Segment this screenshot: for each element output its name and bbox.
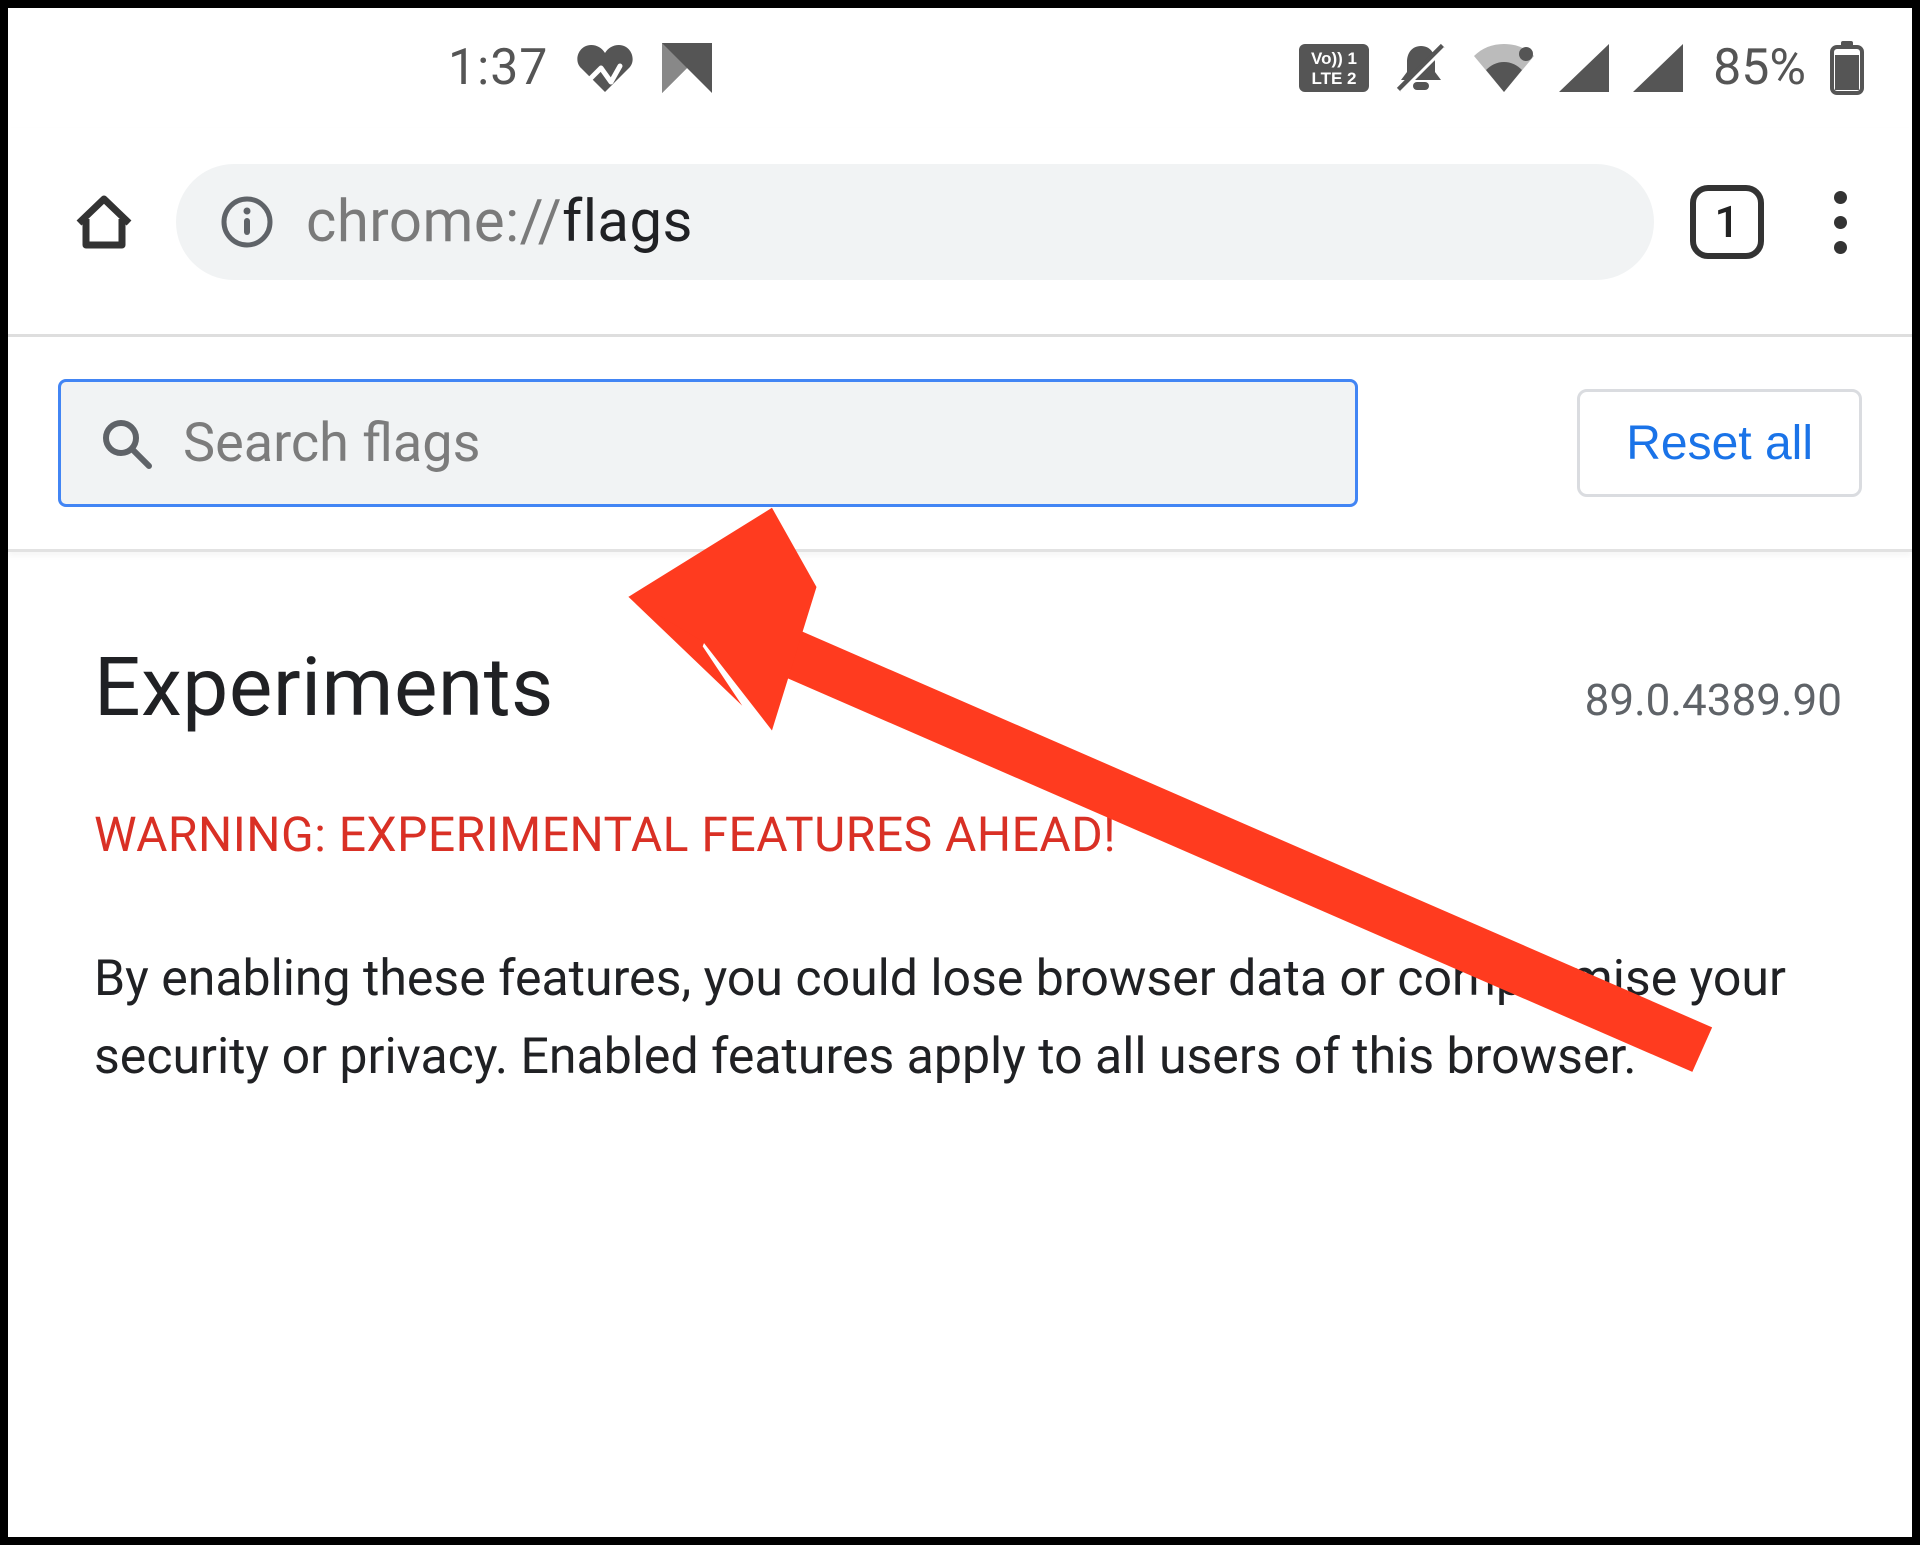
svg-text:Vo)) 1: Vo)) 1 bbox=[1311, 49, 1357, 68]
heart-health-icon bbox=[576, 42, 634, 94]
volte-icon: Vo)) 1LTE 2 bbox=[1299, 44, 1369, 92]
flags-content: Experiments 89.0.4389.90 WARNING: EXPERI… bbox=[8, 552, 1912, 1136]
svg-text:LTE 2: LTE 2 bbox=[1312, 69, 1357, 88]
warning-heading: WARNING: EXPERIMENTAL FEATURES AHEAD! bbox=[94, 806, 1842, 863]
wifi-icon bbox=[1473, 44, 1535, 92]
flags-search-row: Reset all bbox=[8, 337, 1912, 552]
tab-count: 1 bbox=[1714, 196, 1739, 248]
page-title: Experiments bbox=[94, 640, 554, 736]
battery-icon bbox=[1830, 41, 1864, 95]
browser-toolbar: chrome://flags 1 bbox=[8, 128, 1912, 337]
app-square-icon bbox=[662, 43, 712, 93]
status-right: Vo)) 1LTE 2 85% bbox=[1299, 39, 1864, 97]
flags-search-box[interactable] bbox=[58, 379, 1358, 507]
signal-sim2-icon bbox=[1633, 44, 1683, 92]
search-icon bbox=[99, 416, 153, 470]
signal-sim1-icon bbox=[1559, 44, 1609, 92]
home-button[interactable] bbox=[68, 186, 140, 258]
status-left: 1:37 bbox=[8, 39, 712, 97]
battery-percent: 85% bbox=[1713, 39, 1806, 97]
dnd-bell-off-icon bbox=[1393, 40, 1449, 96]
url-text: chrome://flags bbox=[306, 188, 693, 256]
url-scheme: chrome:// bbox=[306, 188, 562, 256]
tab-switcher-button[interactable]: 1 bbox=[1690, 185, 1764, 259]
flags-search-input[interactable] bbox=[183, 412, 1317, 475]
address-bar[interactable]: chrome://flags bbox=[176, 164, 1654, 280]
status-bar: 1:37 Vo)) 1LTE 2 85 bbox=[8, 8, 1912, 128]
reset-all-button[interactable]: Reset all bbox=[1577, 389, 1862, 497]
device-frame: 1:37 Vo)) 1LTE 2 85 bbox=[0, 0, 1920, 1545]
site-info-icon[interactable] bbox=[220, 195, 274, 249]
warning-body: By enabling these features, you could lo… bbox=[94, 941, 1842, 1096]
url-path: flags bbox=[562, 188, 693, 256]
overflow-menu-button[interactable] bbox=[1810, 185, 1870, 260]
clock: 1:37 bbox=[448, 39, 548, 97]
reset-all-label: Reset all bbox=[1626, 416, 1813, 471]
chrome-version: 89.0.4389.90 bbox=[1585, 674, 1842, 726]
